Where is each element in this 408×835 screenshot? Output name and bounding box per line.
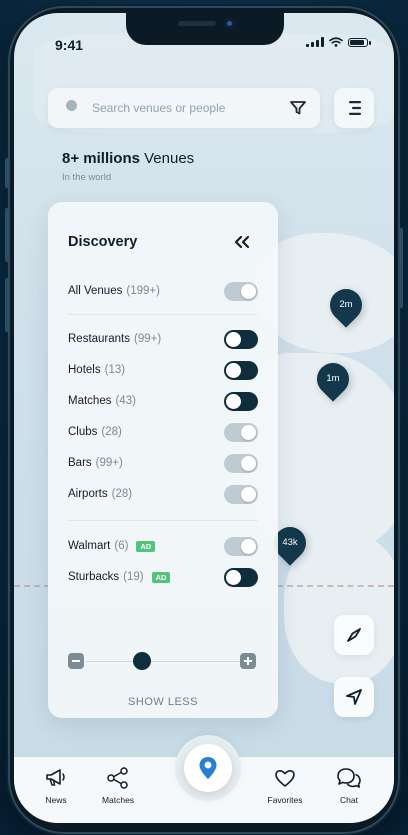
zoom-in-button[interactable] [240,653,256,669]
compass-icon [347,628,361,642]
search-input[interactable] [90,100,284,116]
search-bar[interactable] [48,88,320,128]
megaphone-icon [46,769,65,786]
filter-row-sturbacks[interactable]: Sturbacks (19) AD [68,566,258,588]
filter-label: Bars [68,457,92,469]
nav-news[interactable]: News [26,765,86,805]
map-center-button[interactable] [184,744,232,792]
venues-count-title: 8+ millions Venues [62,150,194,167]
chat-bubbles-icon [337,768,361,788]
mute-switch [5,158,9,188]
map-pin-label: 1m [326,373,340,384]
filter-label: Matches [68,395,112,407]
status-icons [306,37,371,47]
compass-button[interactable] [334,615,374,655]
filter-row-hotels[interactable]: Hotels (13) [68,359,258,381]
filter-count: (28) [101,426,122,438]
all-venues-toggle[interactable] [224,282,258,301]
filter-count: (28) [111,488,133,500]
filter-count: (13) [104,364,126,376]
volume-down-button [5,278,9,332]
front-camera [224,18,235,29]
map-pin[interactable]: 1m [310,356,356,402]
filter-label: Restaurants [68,333,131,345]
locate-me-button[interactable] [334,677,374,717]
filter-count: (6) [114,540,129,552]
speaker [178,21,216,26]
status-time: 9:41 [55,37,84,53]
menu-button[interactable] [334,88,374,128]
venues-count-number: 8+ millions [62,150,140,167]
map-pin-label: 43k [282,537,298,548]
show-less-button[interactable]: SHOW LESS [48,696,278,708]
share-nodes-icon [107,767,128,789]
app-screen: 9:41 8+ millions Venues In the world 2m [14,13,394,823]
nav-label: Chat [340,795,358,805]
venues-count-subtitle: In the world [62,172,112,183]
walmart-toggle[interactable] [224,537,258,556]
volume-up-button [5,208,9,262]
radius-slider-track[interactable] [86,661,246,662]
hotels-toggle[interactable] [224,361,258,380]
map-pin[interactable]: 2m [323,282,369,328]
filter-label: Walmart [68,540,111,552]
nav-chat[interactable]: Chat [319,765,379,805]
navigation-arrow-icon [346,689,362,705]
filter-row-restaurants[interactable]: Restaurants (99+) [68,328,258,350]
discovery-panel: Discovery All Venues (199+) Restaurants … [48,202,278,718]
filter-row-bars[interactable]: Bars (99+) [68,452,258,474]
filter-row-matches[interactable]: Matches (43) [68,390,258,412]
divider [68,520,258,521]
notch [126,13,284,45]
panel-title: Discovery [68,234,138,250]
map-pin-label: 2m [339,299,353,310]
filter-count: (43) [115,395,136,407]
sturbacks-toggle[interactable] [224,568,258,587]
filter-label: Airports [68,488,108,500]
nav-matches[interactable]: Matches [88,765,148,805]
venues-count-unit: Venues [144,150,195,167]
divider [68,314,258,315]
ad-badge: AD [151,571,171,583]
filter-row-walmart[interactable]: Walmart (6) AD [68,535,258,557]
bars-toggle[interactable] [224,454,258,473]
filter-row-all-venues[interactable]: All Venues (199+) [68,280,258,302]
filter-label: Hotels [68,364,101,376]
location-pin-icon [199,757,217,779]
power-button [399,228,403,308]
collapse-chevrons-icon[interactable] [232,234,252,250]
menu-icon [349,101,361,115]
nav-favorites[interactable]: Favorites [255,765,315,805]
filter-count: (99+) [134,333,162,345]
filter-count: (199+) [126,285,160,297]
nav-label: Favorites [267,795,303,805]
zoom-out-button[interactable] [68,653,84,669]
matches-toggle[interactable] [224,392,258,411]
heart-icon [275,770,295,787]
filter-count: (99+) [95,457,123,469]
restaurants-toggle[interactable] [224,330,258,349]
wifi-icon [329,37,343,47]
filter-count: (19) [123,571,144,583]
battery-icon [348,37,371,47]
search-icon [64,99,82,117]
nav-label: Matches [101,795,135,805]
filter-label: All Venues [68,285,123,297]
filter-label: Clubs [68,426,98,438]
ad-badge: AD [136,540,156,552]
radius-slider-thumb[interactable] [133,652,151,670]
airports-toggle[interactable] [224,485,258,504]
clubs-toggle[interactable] [224,423,258,442]
filter-row-airports[interactable]: Airports (28) [68,483,258,505]
filter-row-clubs[interactable]: Clubs (28) [68,421,258,443]
filter-label: Sturbacks [68,571,120,583]
nav-label: News [45,795,67,805]
cellular-signal-icon [306,37,324,47]
filter-icon[interactable] [288,98,308,118]
